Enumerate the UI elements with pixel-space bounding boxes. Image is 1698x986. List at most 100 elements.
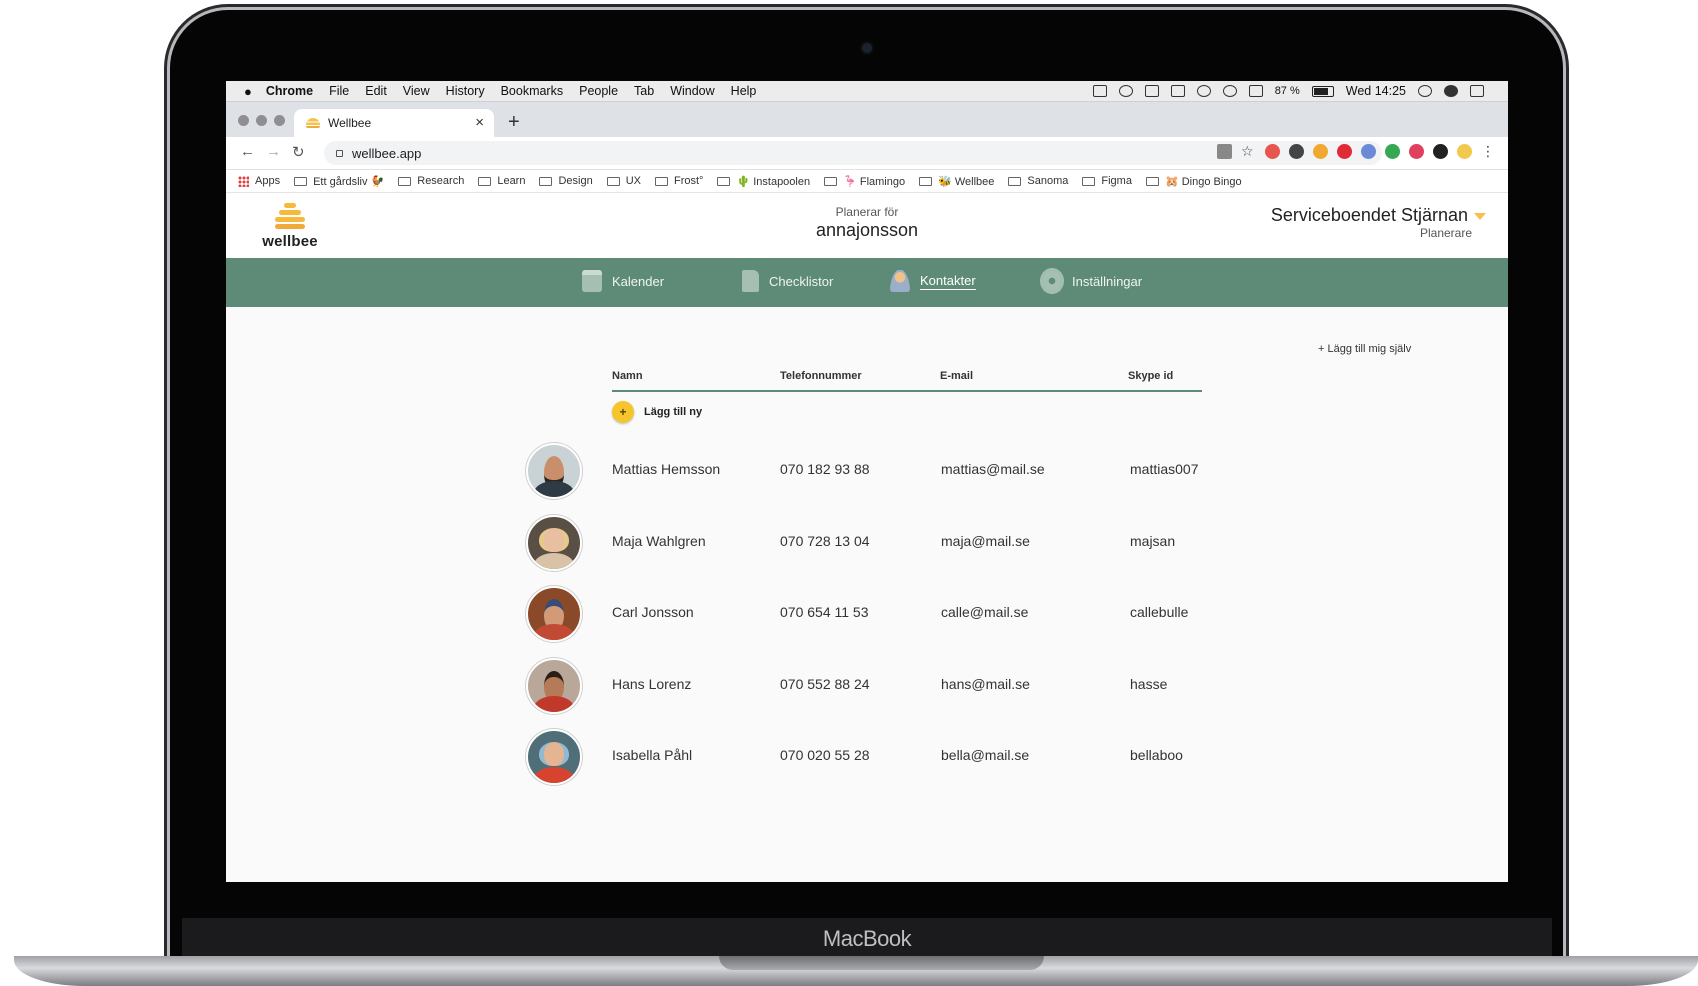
bookmark-folder[interactable]: 🦩 Flamingo bbox=[824, 175, 905, 188]
bookmark-apps[interactable]: Apps bbox=[238, 175, 280, 187]
menu-app[interactable]: Chrome bbox=[266, 84, 313, 98]
bluetooth-icon[interactable] bbox=[1196, 85, 1211, 97]
profile-avatar-icon[interactable] bbox=[1457, 144, 1472, 159]
bookmark-folder[interactable]: 🐹 Dingo Bingo bbox=[1145, 175, 1242, 188]
contact-name: Hans Lorenz bbox=[612, 676, 692, 692]
avatar bbox=[526, 729, 582, 785]
organization-selector[interactable]: Serviceboendet Stjärnan Planerare bbox=[1271, 205, 1486, 240]
browser-tab[interactable]: Wellbee × bbox=[294, 109, 494, 137]
gear-icon bbox=[1042, 270, 1062, 292]
contact-email: hans@mail.se bbox=[941, 676, 1030, 692]
table-row[interactable]: Mattias Hemsson 070 182 93 88 mattias@ma… bbox=[526, 443, 1226, 499]
window-close-button[interactable] bbox=[238, 115, 249, 126]
menu-history[interactable]: History bbox=[446, 84, 485, 98]
nav-item-kontakter[interactable]: Kontakter bbox=[890, 270, 976, 292]
bookmark-folder[interactable]: 🐝 Wellbee bbox=[919, 175, 994, 188]
avatar bbox=[526, 515, 582, 571]
base-notch bbox=[719, 956, 1044, 970]
back-arrow-icon[interactable]: ← bbox=[240, 143, 255, 160]
contact-icon bbox=[890, 270, 910, 292]
battery-icon[interactable] bbox=[1311, 85, 1334, 97]
bookmark-folder[interactable]: Ett gårdsliv 🐓 bbox=[294, 175, 384, 188]
table-row[interactable]: Maja Wahlgren 070 728 13 04 maja@mail.se… bbox=[526, 515, 1226, 571]
translate-icon[interactable] bbox=[1217, 144, 1232, 159]
google-drive-icon[interactable] bbox=[1385, 144, 1400, 159]
contact-skype: callebulle bbox=[1130, 604, 1189, 620]
more-menu-icon[interactable]: ⋮ bbox=[1481, 144, 1496, 159]
menu-edit[interactable]: Edit bbox=[365, 84, 387, 98]
menu-help[interactable]: Help bbox=[731, 84, 757, 98]
wifi-icon[interactable] bbox=[1222, 85, 1237, 97]
app-header: wellbee Planerar för annajonsson Service… bbox=[226, 193, 1508, 258]
checklist-icon bbox=[742, 270, 759, 292]
reload-icon[interactable]: ↻ bbox=[292, 143, 305, 161]
window-minimize-button[interactable] bbox=[256, 115, 267, 126]
bookmark-folder[interactable]: Frost° bbox=[655, 175, 703, 187]
nav-item-kalender[interactable]: Kalender bbox=[582, 270, 664, 292]
organization-name: Serviceboendet Stjärnan bbox=[1270, 205, 1468, 225]
contact-phone: 070 654 11 53 bbox=[780, 604, 869, 620]
spotlight-icon[interactable] bbox=[1418, 85, 1432, 97]
folder-icon bbox=[717, 176, 731, 186]
lock-icon bbox=[336, 149, 343, 157]
notes-extension-icon[interactable] bbox=[1313, 144, 1328, 159]
bookmark-folder[interactable]: Learn bbox=[478, 175, 525, 187]
column-header-name: Namn bbox=[612, 370, 643, 382]
bookmark-folder[interactable]: UX bbox=[606, 175, 641, 187]
main-nav: Kalender Checklistor Kontakter Inställni… bbox=[226, 258, 1508, 307]
tab-close-icon[interactable]: × bbox=[475, 114, 484, 131]
apps-grid-icon bbox=[238, 175, 249, 187]
bookmark-folder[interactable]: Sanoma bbox=[1008, 175, 1068, 187]
bookmark-star-icon[interactable]: ☆ bbox=[1241, 144, 1256, 159]
menu-bookmarks[interactable]: Bookmarks bbox=[501, 84, 564, 98]
nav-item-checklistor[interactable]: Checklistor bbox=[742, 270, 833, 292]
contact-skype: majsan bbox=[1130, 533, 1176, 549]
window-zoom-button[interactable] bbox=[274, 115, 285, 126]
bookmark-folder[interactable]: Research bbox=[398, 175, 464, 187]
menu-file[interactable]: File bbox=[329, 84, 349, 98]
table-row[interactable]: Isabella Påhl 070 020 55 28 bella@mail.s… bbox=[526, 729, 1226, 785]
apple-icon[interactable]: ● bbox=[244, 84, 252, 99]
nav-item-installningar[interactable]: Inställningar bbox=[1042, 270, 1142, 292]
forward-arrow-icon[interactable]: → bbox=[266, 143, 281, 160]
bookmark-folder[interactable]: 🌵 Instapoolen bbox=[717, 175, 810, 188]
avatar bbox=[526, 586, 582, 642]
volume-icon[interactable] bbox=[1248, 85, 1263, 97]
column-header-skype: Skype id bbox=[1128, 370, 1174, 382]
pinterest-icon[interactable] bbox=[1337, 144, 1352, 159]
bookmark-folder[interactable]: Figma bbox=[1082, 175, 1132, 187]
color-extension-icon[interactable] bbox=[1265, 144, 1280, 159]
battery-percent: 87 % bbox=[1274, 85, 1300, 97]
display-icon[interactable] bbox=[1092, 85, 1107, 97]
grammar-extension-icon[interactable] bbox=[1361, 144, 1376, 159]
dropbox-icon[interactable] bbox=[1144, 85, 1159, 97]
menu-window[interactable]: Window bbox=[670, 84, 714, 98]
menu-people[interactable]: People bbox=[579, 84, 618, 98]
airplay-icon[interactable] bbox=[1170, 85, 1185, 97]
cloud-icon[interactable] bbox=[1118, 85, 1133, 97]
table-row[interactable]: Carl Jonsson 070 654 11 53 calle@mail.se… bbox=[526, 586, 1226, 642]
add-contact-button[interactable]: + Lägg till ny bbox=[612, 401, 702, 423]
calendar-extension-icon[interactable] bbox=[1409, 144, 1424, 159]
notification-center-icon[interactable] bbox=[1470, 85, 1484, 97]
folder-icon bbox=[606, 176, 620, 186]
add-self-button[interactable]: + Lägg till mig själv bbox=[1318, 343, 1411, 355]
font-extension-icon[interactable] bbox=[1289, 144, 1304, 159]
plus-icon: + bbox=[612, 401, 634, 423]
contact-name: Mattias Hemsson bbox=[612, 461, 721, 477]
laptop-base bbox=[14, 956, 1698, 986]
wellbee-favicon-icon bbox=[306, 118, 320, 128]
menu-tab[interactable]: Tab bbox=[634, 84, 654, 98]
bookmark-folder[interactable]: Design bbox=[539, 175, 593, 187]
folder-icon bbox=[824, 176, 838, 186]
clock[interactable]: Wed 14:25 bbox=[1346, 84, 1406, 98]
folder-icon bbox=[1008, 176, 1022, 186]
table-row[interactable]: Hans Lorenz 070 552 88 24 hans@mail.se h… bbox=[526, 658, 1226, 714]
extensions-bar: ☆ ⋮ bbox=[1217, 144, 1496, 159]
menu-view[interactable]: View bbox=[403, 84, 430, 98]
new-tab-button[interactable]: + bbox=[508, 111, 520, 134]
avatar bbox=[526, 443, 582, 499]
siri-icon[interactable] bbox=[1444, 85, 1458, 97]
folder-icon bbox=[294, 176, 308, 186]
dark-mode-extension-icon[interactable] bbox=[1433, 144, 1448, 159]
